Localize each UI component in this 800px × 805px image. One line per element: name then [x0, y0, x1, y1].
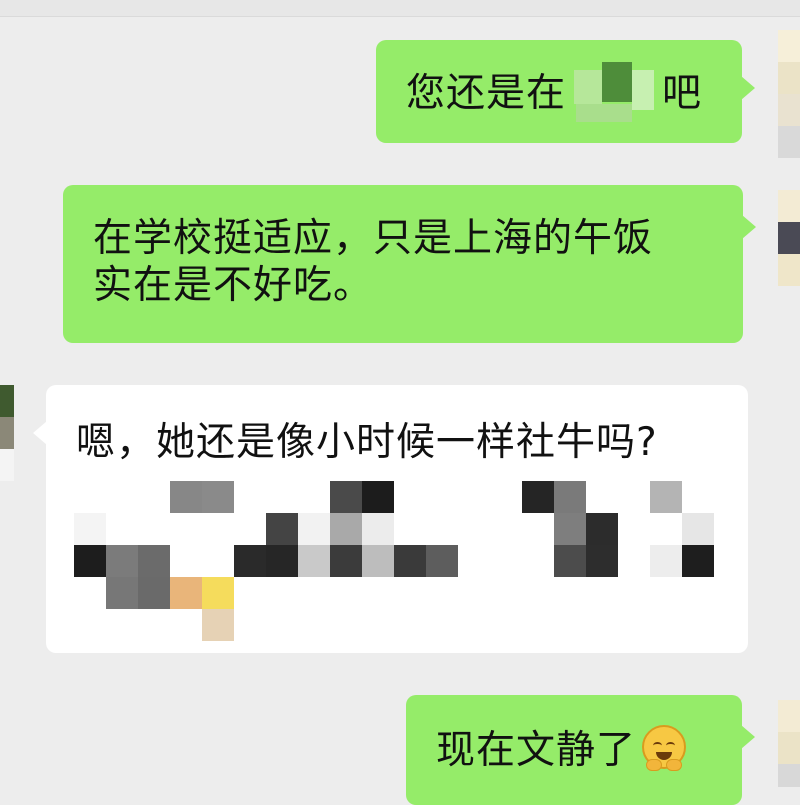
message-text: 实在是不好吃。 — [93, 263, 374, 308]
message-bubble-incoming[interactable]: 嗯，她还是像小时候一样社牛吗? — [33, 385, 748, 653]
message-bubble-outgoing[interactable]: 现在文静了 — [406, 695, 755, 805]
redacted-text — [74, 465, 724, 645]
message-bubble-outgoing[interactable]: 您还是在 吧 — [376, 40, 755, 143]
message-text: 现在文静了 — [436, 728, 637, 773]
message-bubble-outgoing[interactable]: 在学校挺适应，只是上海的午饭 实在是不好吃。 — [63, 185, 756, 343]
message-text: 嗯，她还是像小时候一样社牛吗? — [76, 420, 658, 465]
embarrassed-smile-emoji-icon — [642, 725, 687, 771]
avatar[interactable] — [778, 190, 800, 290]
message-text: 吧 — [662, 71, 703, 116]
top-divider — [0, 0, 800, 17]
avatar[interactable] — [778, 30, 800, 160]
message-text: 在学校挺适应，只是上海的午饭 — [93, 216, 654, 261]
avatar[interactable] — [0, 385, 14, 481]
redacted-text — [566, 62, 662, 122]
avatar[interactable] — [778, 700, 800, 787]
message-text: 您还是在 — [406, 71, 567, 116]
